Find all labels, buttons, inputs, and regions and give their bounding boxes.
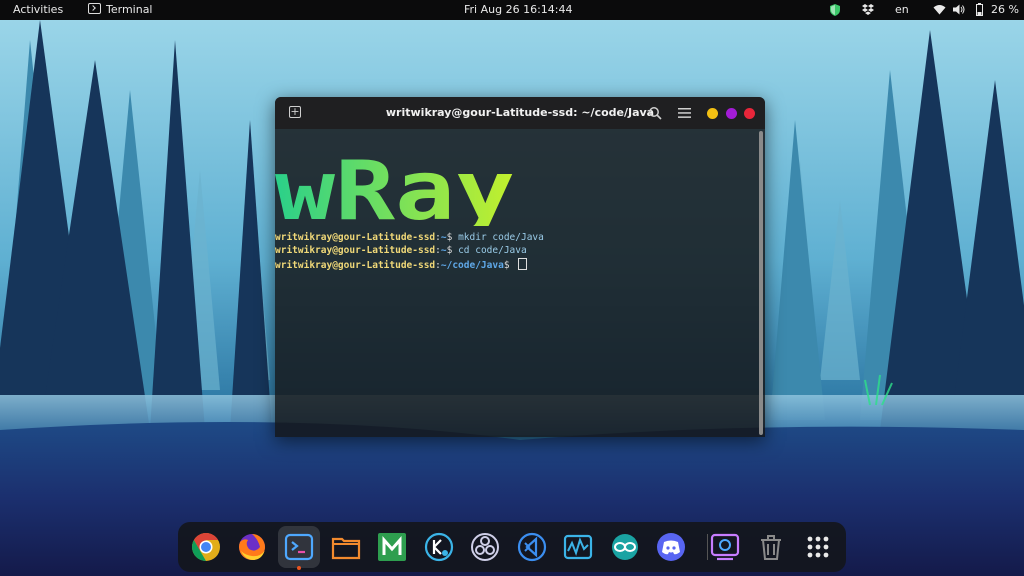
maximize-button[interactable] [726,108,737,119]
discord-icon[interactable] [655,531,687,563]
google-chrome-icon[interactable] [190,531,222,563]
screen-recorder-icon[interactable] [709,531,741,563]
banner-text: wRay [275,144,515,226]
vscode-icon[interactable] [516,531,548,563]
terminal-output[interactable]: wRay writwikray@gour-Latitude-ssd:~$ mkd… [275,129,759,437]
text-cursor [518,258,528,270]
top-bar: Activities Terminal Fri Aug 26 16:14:44 … [0,0,1024,20]
close-button[interactable] [744,108,755,119]
dock-separator [707,534,708,560]
clock[interactable]: Fri Aug 26 16:14:44 [464,3,572,17]
battery-percentage: 26 % [991,3,1019,16]
obs-studio-icon[interactable] [469,531,501,563]
app-menu-label: Terminal [106,3,153,16]
running-indicator [297,566,301,570]
mendeley-icon[interactable] [376,531,408,563]
activities-button[interactable]: Activities [13,3,63,17]
search-icon[interactable] [648,106,662,120]
terminal-title: writwikray@gour-Latitude-ssd: ~/code/Jav… [385,106,655,119]
dock [178,522,846,572]
trash-icon[interactable] [755,531,787,563]
shield-icon[interactable] [830,4,840,20]
firefox-icon[interactable] [236,531,268,563]
terminal-line: writwikray@gour-Latitude-ssd:~/code/Java… [275,258,528,272]
minimize-button[interactable] [707,108,718,119]
terminal-icon[interactable] [283,531,315,563]
arduino-icon[interactable] [609,531,641,563]
keyboard-layout-indicator[interactable]: en [895,3,909,17]
volume-icon[interactable] [953,4,965,19]
terminal-scrollbar[interactable] [759,131,763,435]
terminal-line: writwikray@gour-Latitude-ssd:~$ cd code/… [275,245,527,256]
files-icon[interactable] [330,531,362,563]
terminal-app-icon [88,3,101,14]
app-menu[interactable]: Terminal [88,3,153,17]
kdeconnect-icon[interactable] [423,531,455,563]
terminal-header-bar[interactable]: + writwikray@gour-Latitude-ssd: ~/code/J… [275,97,765,129]
show-apps-icon[interactable] [802,531,834,563]
wifi-icon[interactable] [933,4,946,19]
ascii-art-banner: wRay [275,144,515,226]
battery-icon[interactable] [976,3,983,20]
hamburger-menu-icon[interactable] [678,107,691,119]
terminal-window[interactable]: + writwikray@gour-Latitude-ssd: ~/code/J… [275,97,765,437]
system-monitor-icon[interactable] [562,531,594,563]
terminal-line: writwikray@gour-Latitude-ssd:~$ mkdir co… [275,232,544,243]
dropbox-icon[interactable] [862,4,874,19]
